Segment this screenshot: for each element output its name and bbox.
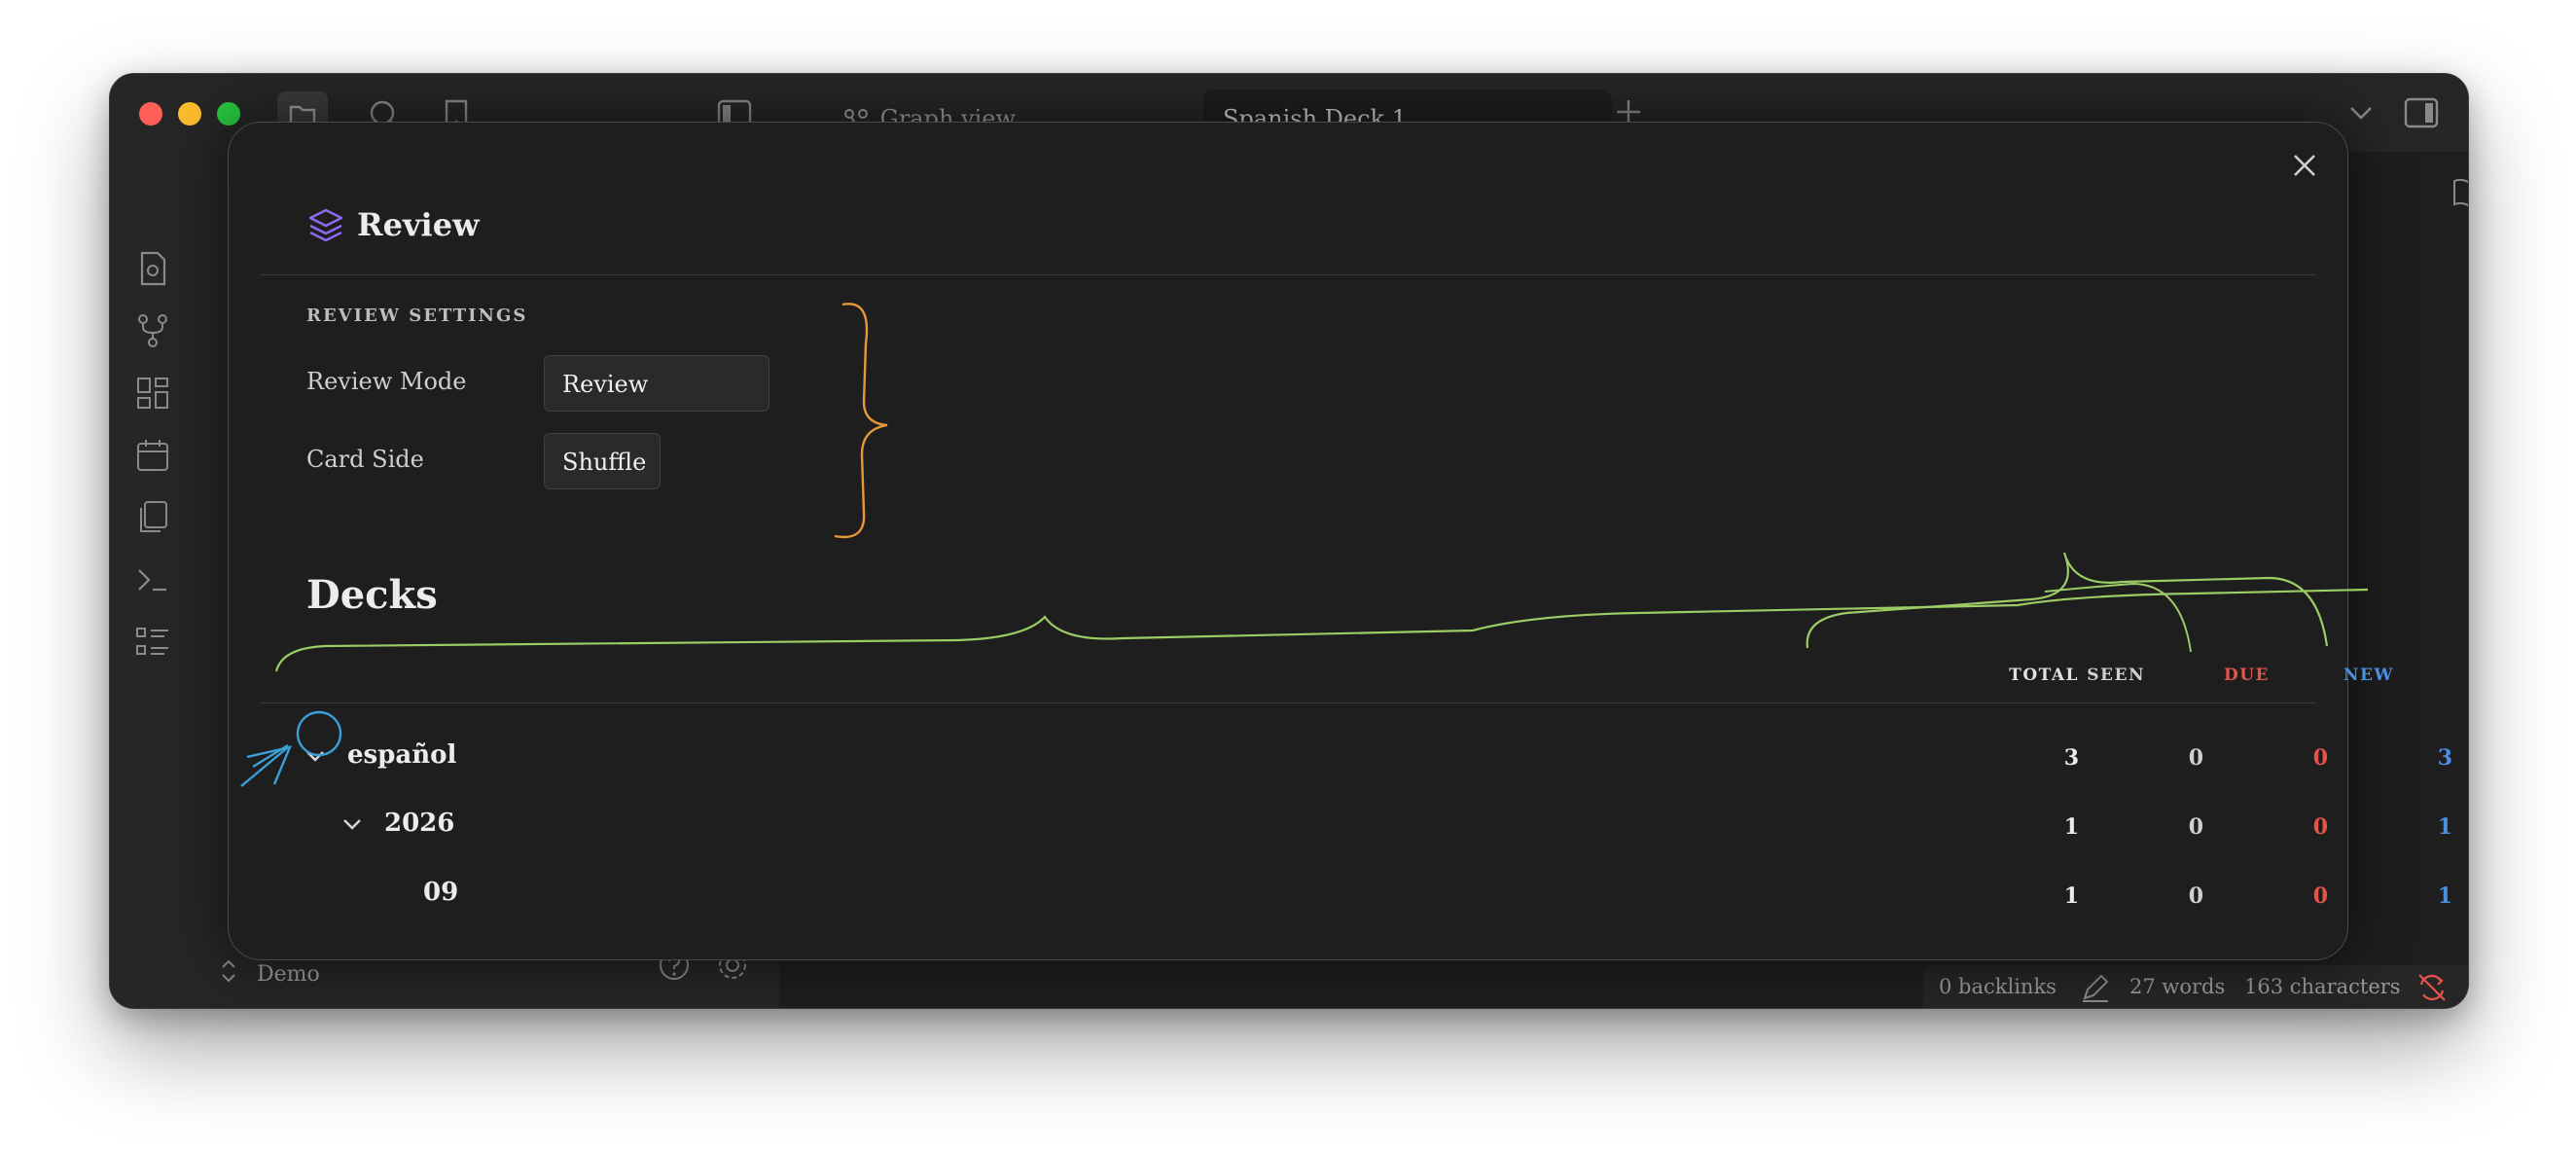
review-mode-select[interactable]: Review [544,355,769,412]
deck-total: 3 [2063,745,2079,771]
column-new: NEW [2343,666,2394,685]
status-bar: 0 backlinks 27 words 163 characters [1923,965,2468,1008]
reading-icon[interactable] [2451,173,2468,216]
deck-new: 1 [2437,814,2452,840]
deck-total: 1 [2063,883,2079,909]
minimize-window-button[interactable] [178,102,201,126]
card-side-select[interactable]: Shuffle [544,433,661,489]
backlinks-count[interactable]: 0 backlinks [1939,975,2057,998]
grid-icon[interactable] [133,374,172,413]
deck-seen: 0 [2188,883,2203,909]
zoom-window-button[interactable] [217,102,240,126]
review-modal: Review REVIEW SETTINGS Review Mode Revie… [228,122,2452,960]
terminal-icon[interactable] [133,560,172,599]
deck-due: 0 [2312,814,2328,840]
chevron-down-icon[interactable] [338,810,367,839]
sync-error-icon[interactable] [2415,971,2449,1008]
left-ribbon [110,152,197,1008]
column-seen: SEEN [2087,666,2145,685]
review-settings-heading: REVIEW SETTINGS [306,306,528,326]
vault-name: Demo [257,962,320,987]
deck-due: 0 [2312,745,2328,771]
decks-heading: Decks [306,572,438,618]
table-divider [260,702,2316,703]
close-window-button[interactable] [139,102,162,126]
deck-seen: 0 [2188,814,2203,840]
word-count: 27 words [2129,975,2226,998]
copy-icon[interactable] [133,498,172,537]
close-icon[interactable] [2285,146,2324,185]
file-search-icon[interactable] [133,249,172,288]
chevron-down-icon[interactable] [2345,97,2377,132]
calendar-icon[interactable] [133,436,172,475]
column-due: DUE [2223,666,2270,685]
pencil-icon[interactable] [2079,971,2112,1008]
card-side-label: Card Side [306,446,424,473]
layers-icon [306,206,345,245]
deck-new: 3 [2437,745,2452,771]
right-sidebar-toggle-icon[interactable] [2402,93,2441,136]
list-icon[interactable] [133,623,172,662]
deck-row-2026[interactable]: 2026 [384,809,454,838]
modal-title: Review [357,206,480,243]
title-divider [260,274,2316,275]
chevron-down-icon[interactable] [301,741,330,771]
review-mode-label: Review Mode [306,368,467,395]
deck-seen: 0 [2188,745,2203,771]
deck-row-09[interactable]: 09 [423,878,458,907]
deck-row-espanol[interactable]: español [347,740,456,770]
chevron-updown-icon [219,959,245,990]
deck-due: 0 [2312,883,2328,909]
character-count: 163 characters [2244,975,2401,998]
deck-new: 1 [2437,883,2452,909]
deck-total: 1 [2063,814,2079,840]
git-branch-icon[interactable] [133,311,172,350]
